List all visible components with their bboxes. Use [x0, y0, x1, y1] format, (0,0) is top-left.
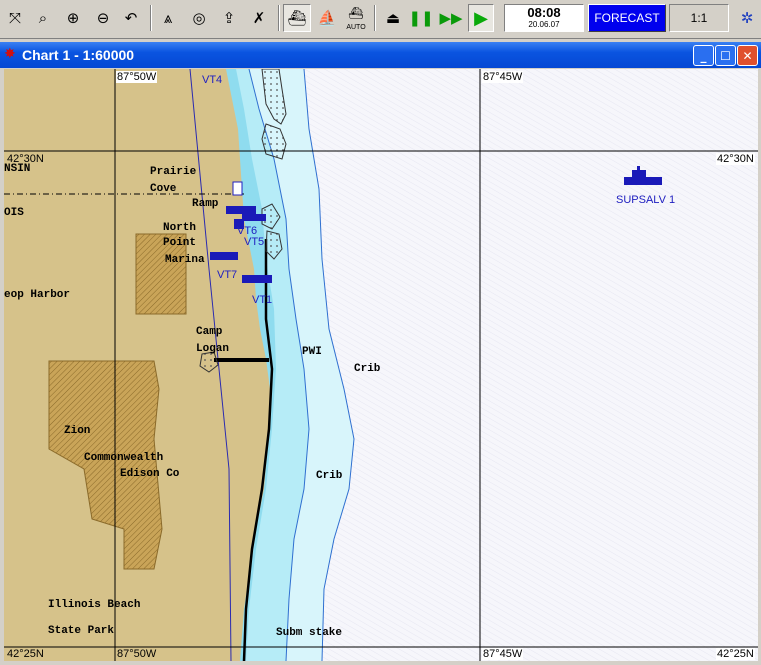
label-state-park: State Park	[48, 625, 115, 637]
toolbar: ⤧ ⌕ ⊕ ⊖ ↶ ⩓ ◎ ⇪ ✗ ⛴ ⛵ ⛴ AUTO ⏏ ❚❚ ▶▶ ▶ 0…	[0, 0, 761, 39]
ship-view-icon[interactable]: ⛴	[283, 4, 311, 32]
lat-label-bottom-left: 42°25N	[7, 648, 44, 660]
supsalv-vessel-icon[interactable]	[624, 177, 662, 185]
chart-window-titlebar[interactable]: ✸ Chart 1 - 1:60000 _ ☐ ✕	[0, 42, 761, 68]
label-zion: Zion	[64, 425, 91, 437]
auto-label: AUTO	[346, 24, 366, 31]
stop-icon[interactable]: ⏏	[380, 4, 406, 32]
lat-label-top-right: 42°30N	[716, 153, 755, 165]
pause-icon[interactable]: ❚❚	[408, 4, 434, 32]
label-crib-south: Crib	[316, 470, 343, 482]
label-subm-stake: Subm stake	[276, 627, 343, 639]
label-prairie: Prairie	[150, 166, 197, 178]
label-ois: OIS	[4, 207, 24, 219]
label-pwi: PWI	[302, 346, 322, 358]
vessel-view-icon[interactable]: ⛵	[314, 4, 340, 32]
auto-mode-button[interactable]: ⛴ AUTO	[342, 4, 370, 32]
label-harbor: eop Harbor	[4, 289, 71, 301]
label-illinois-beach: Illinois Beach	[48, 599, 141, 611]
clock-date: 20.06.07	[528, 20, 560, 29]
scale-button[interactable]: 1:1	[669, 4, 729, 32]
supsalv-mast	[637, 166, 640, 171]
toolbar-separator	[374, 5, 376, 31]
lon-label-bottom-right: 87°45W	[482, 648, 524, 660]
label-marina: Marina	[165, 254, 205, 266]
lat-label-bottom-right: 42°25N	[716, 648, 755, 660]
zoom-out-icon[interactable]: ⊖	[90, 4, 116, 32]
label-edison: Edison Co	[120, 468, 180, 480]
chart-app-icon: ✸	[4, 46, 16, 62]
close-button[interactable]: ✕	[737, 45, 758, 66]
label-point: Point	[163, 237, 197, 249]
undo-view-icon[interactable]: ↶	[118, 4, 144, 32]
vt5-label[interactable]: VT5	[244, 236, 264, 248]
play-icon[interactable]: ▶	[468, 4, 494, 32]
zoom-window-icon[interactable]: ⌕	[30, 4, 56, 32]
target-icon[interactable]: ◎	[186, 4, 212, 32]
export-icon[interactable]: ⇪	[216, 4, 242, 32]
vt6-vessel-icon[interactable]	[226, 206, 256, 214]
lon-label-bottom-left: 87°50W	[117, 648, 157, 660]
lon-label-top-left: 87°50W	[116, 71, 158, 83]
label-north: North	[163, 222, 197, 234]
ramp-marker	[232, 181, 243, 196]
lon-label-top-right: 87°45W	[482, 71, 524, 83]
clock-display: 08:08 20.06.07	[504, 4, 584, 32]
vt1-vessel-icon[interactable]	[242, 275, 272, 283]
label-crib-north: Crib	[354, 363, 381, 375]
nautical-chart[interactable]: 87°50W 87°45W 42°30N 42°30N 42°25N 87°50…	[4, 69, 758, 661]
label-nsin: NSIN	[4, 163, 31, 175]
chart-canvas	[4, 69, 758, 661]
delete-icon[interactable]: ✗	[246, 4, 272, 32]
vt6b-vessel-icon[interactable]	[242, 214, 266, 221]
label-camp: Camp	[196, 326, 223, 338]
zoom-extent-icon[interactable]: ⤧	[2, 4, 28, 32]
fast-forward-icon[interactable]: ▶▶	[438, 4, 464, 32]
toolbar-separator	[278, 5, 280, 31]
vt4-label[interactable]: VT4	[202, 74, 222, 86]
clock-time: 08:08	[527, 5, 561, 20]
zoom-in-icon[interactable]: ⊕	[60, 4, 86, 32]
chart-settings-icon[interactable]: ✲	[734, 4, 760, 32]
chart-window-title: Chart 1 - 1:60000	[22, 47, 135, 63]
label-logan: Logan	[196, 343, 230, 355]
vt7-vessel-icon[interactable]	[210, 252, 238, 260]
vt1-label[interactable]: VT1	[252, 294, 272, 306]
auto-ship-icon: ⛴	[348, 6, 364, 20]
vt7-label[interactable]: VT7	[217, 269, 237, 281]
supsalv-label[interactable]: SUPSALV 1	[616, 194, 675, 206]
supsalv-superstructure	[632, 170, 646, 178]
sextant-icon[interactable]: ⩓	[155, 4, 181, 32]
label-commonwealth: Commonwealth	[84, 452, 164, 464]
forecast-button[interactable]: FORECAST	[588, 4, 666, 32]
toolbar-separator	[150, 5, 152, 31]
maximize-button[interactable]: ☐	[715, 45, 736, 66]
label-cove: Cove	[150, 183, 177, 195]
minimize-button[interactable]: _	[693, 45, 714, 66]
label-ramp: Ramp	[192, 198, 219, 210]
